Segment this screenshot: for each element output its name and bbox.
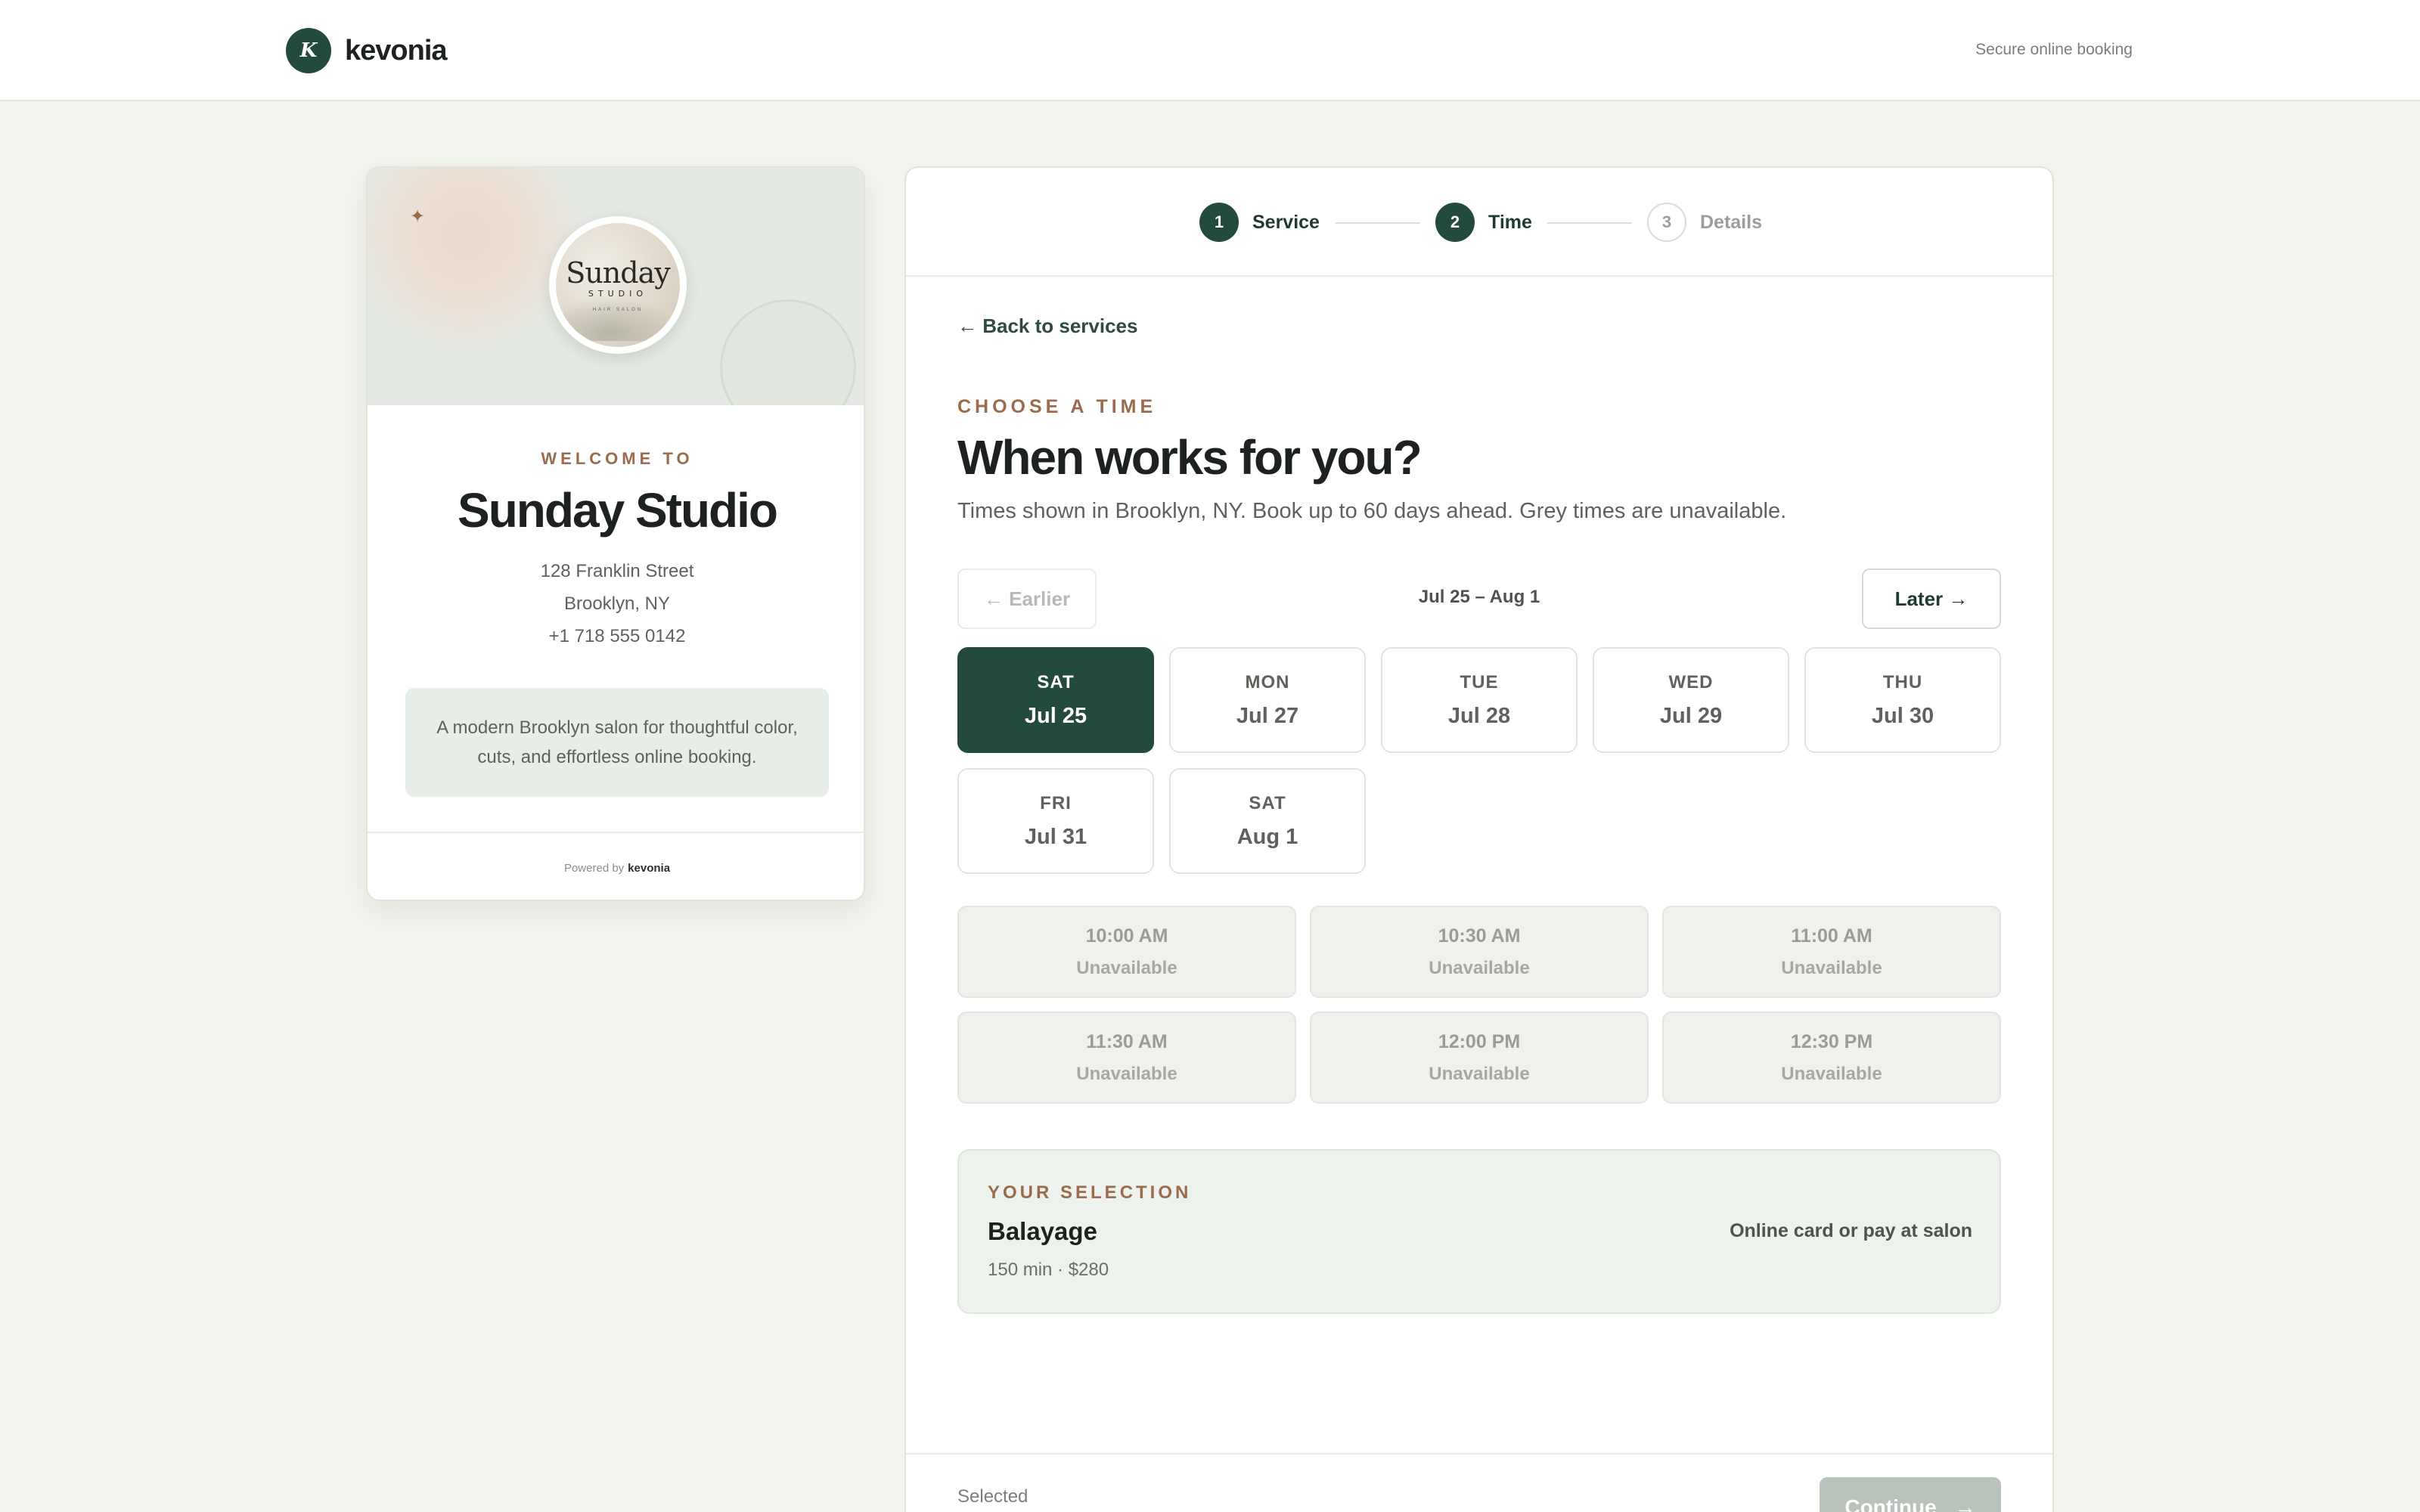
day-date: Aug 1 <box>1236 824 1298 849</box>
time-slot: 11:30 AM Unavailable <box>957 1012 1296 1104</box>
salon-hero: ✦ Sunday STUDIO HAIR SALON <box>368 168 864 405</box>
time-slot: 10:30 AM Unavailable <box>1310 906 1649 998</box>
selection-eyebrow: YOUR SELECTION <box>988 1182 1192 1203</box>
salon-address-line1: 128 Franklin Street <box>540 561 694 581</box>
selection-summary: YOUR SELECTION Balayage 150 min · $280 O… <box>957 1149 2001 1314</box>
time-slot: 12:30 PM Unavailable <box>1662 1012 2001 1104</box>
step-label: Service <box>1252 211 1320 233</box>
back-to-services-link[interactable]: ← Back to services <box>957 314 1137 338</box>
day-of-week: THU <box>1882 671 1923 692</box>
step-label: Details <box>1700 211 1762 233</box>
salon-logo: Sunday STUDIO HAIR SALON <box>549 216 687 354</box>
day-date: Jul 29 <box>1659 703 1723 728</box>
brand-logo[interactable]: K kevonia <box>286 27 448 74</box>
day-of-week: FRI <box>1040 792 1072 813</box>
time-slot: 10:00 AM Unavailable <box>957 906 1296 998</box>
day-card[interactable]: TUE Jul 28 <box>1381 647 1578 753</box>
step-number: 2 <box>1435 203 1475 242</box>
logo-word: Sunday <box>566 256 670 290</box>
slot-time: 11:30 AM <box>1086 1030 1168 1052</box>
time-slot: 11:00 AM Unavailable <box>1662 906 2001 998</box>
selected-service: Balayage <box>988 1217 1097 1245</box>
day-of-week: TUE <box>1460 671 1499 692</box>
decor-blob <box>368 168 579 349</box>
slot-status: Unavailable <box>1076 1063 1177 1084</box>
slot-status: Unavailable <box>1429 957 1530 978</box>
slot-time: 12:00 PM <box>1438 1030 1521 1052</box>
day-card[interactable]: WED Jul 29 <box>1593 647 1789 753</box>
day-card[interactable]: SAT Aug 1 <box>1169 768 1366 874</box>
continue-button[interactable]: Continue → <box>1820 1477 2001 1512</box>
salon-logo-image: Sunday STUDIO HAIR SALON <box>556 223 680 347</box>
salon-card: ✦ Sunday STUDIO HAIR SALON WELCOME TO Su… <box>366 166 865 901</box>
brand-mark-icon: K <box>286 28 331 73</box>
continue-label: Continue <box>1844 1495 1937 1512</box>
top-header: K kevonia Secure online booking <box>0 0 2420 101</box>
brand-name: kevonia <box>345 34 448 67</box>
slot-time: 12:30 PM <box>1790 1030 1873 1052</box>
day-of-week: SAT <box>1037 671 1075 692</box>
slot-time: 10:00 AM <box>1085 925 1168 947</box>
step-connector <box>1547 222 1632 224</box>
time-slot: 12:00 PM Unavailable <box>1310 1012 1649 1104</box>
timezone-note: Times shown in Brooklyn, NY. Book up to … <box>957 499 1787 523</box>
day-card[interactable]: THU Jul 30 <box>1804 647 2001 753</box>
day-date: Jul 25 <box>1024 703 1087 728</box>
step-label: Time <box>1488 211 1532 233</box>
day-of-week: MON <box>1245 671 1290 692</box>
logo-tag: HAIR SALON <box>592 307 644 312</box>
booking-stepper: 1 Service 2 Time 3 Details <box>906 168 2052 277</box>
payment-options: Online card or pay at salon <box>1730 1220 1972 1241</box>
selected-service-meta: 150 min · $280 <box>988 1259 1109 1280</box>
arrow-right-icon: → <box>1954 1495 1976 1512</box>
step-connector <box>1336 222 1420 224</box>
powered-by: Powered by kevonia <box>368 832 864 900</box>
booking-footer: Selected Continue → <box>906 1453 2052 1512</box>
sparkle-icon: ✦ <box>410 206 426 227</box>
day-date: Jul 27 <box>1236 703 1299 728</box>
powered-by-label: Powered by <box>563 861 625 875</box>
secure-booking-note: Secure online booking <box>1975 41 2133 58</box>
day-date: Jul 28 <box>1447 703 1511 728</box>
date-range-label: Jul 25 – Aug 1 <box>1418 587 1540 607</box>
step-number: 3 <box>1647 203 1686 242</box>
step-details: 3 Details <box>1647 203 1762 242</box>
salon-address-line2: Brooklyn, NY <box>563 593 671 614</box>
day-of-week: WED <box>1668 671 1714 692</box>
day-date: Jul 31 <box>1024 824 1087 849</box>
salon-description: A modern Brooklyn salon for thoughtful c… <box>405 688 829 797</box>
footer-selected-label: Selected <box>957 1486 1028 1507</box>
step-service[interactable]: 1 Service <box>1199 203 1320 242</box>
slot-status: Unavailable <box>1429 1063 1530 1084</box>
slot-status: Unavailable <box>1076 957 1177 978</box>
powered-by-brand[interactable]: kevonia <box>628 862 670 875</box>
day-card[interactable]: MON Jul 27 <box>1169 647 1366 753</box>
day-of-week: SAT <box>1249 792 1286 813</box>
slot-status: Unavailable <box>1781 1063 1882 1084</box>
salon-phone: +1 718 555 0142 <box>548 626 686 646</box>
logo-sub: STUDIO <box>588 288 648 299</box>
page-title: When works for you? <box>957 430 1423 485</box>
slot-time: 10:30 AM <box>1438 925 1521 947</box>
day-card[interactable]: FRI Jul 31 <box>957 768 1154 874</box>
booking-panel: 1 Service 2 Time 3 Details ← Back to ser… <box>904 166 2054 1512</box>
step-time[interactable]: 2 Time <box>1435 203 1532 242</box>
slot-time: 11:00 AM <box>1791 925 1872 947</box>
day-card[interactable]: SAT Jul 25 <box>957 647 1154 753</box>
choose-time-eyebrow: CHOOSE A TIME <box>957 396 1157 417</box>
slot-status: Unavailable <box>1781 957 1882 978</box>
step-number: 1 <box>1199 203 1239 242</box>
later-button[interactable]: Later → <box>1862 569 2001 629</box>
welcome-eyebrow: WELCOME TO <box>541 449 693 468</box>
day-date: Jul 30 <box>1871 703 1934 728</box>
decor-circle <box>720 299 856 405</box>
salon-name: Sunday Studio <box>458 483 778 538</box>
